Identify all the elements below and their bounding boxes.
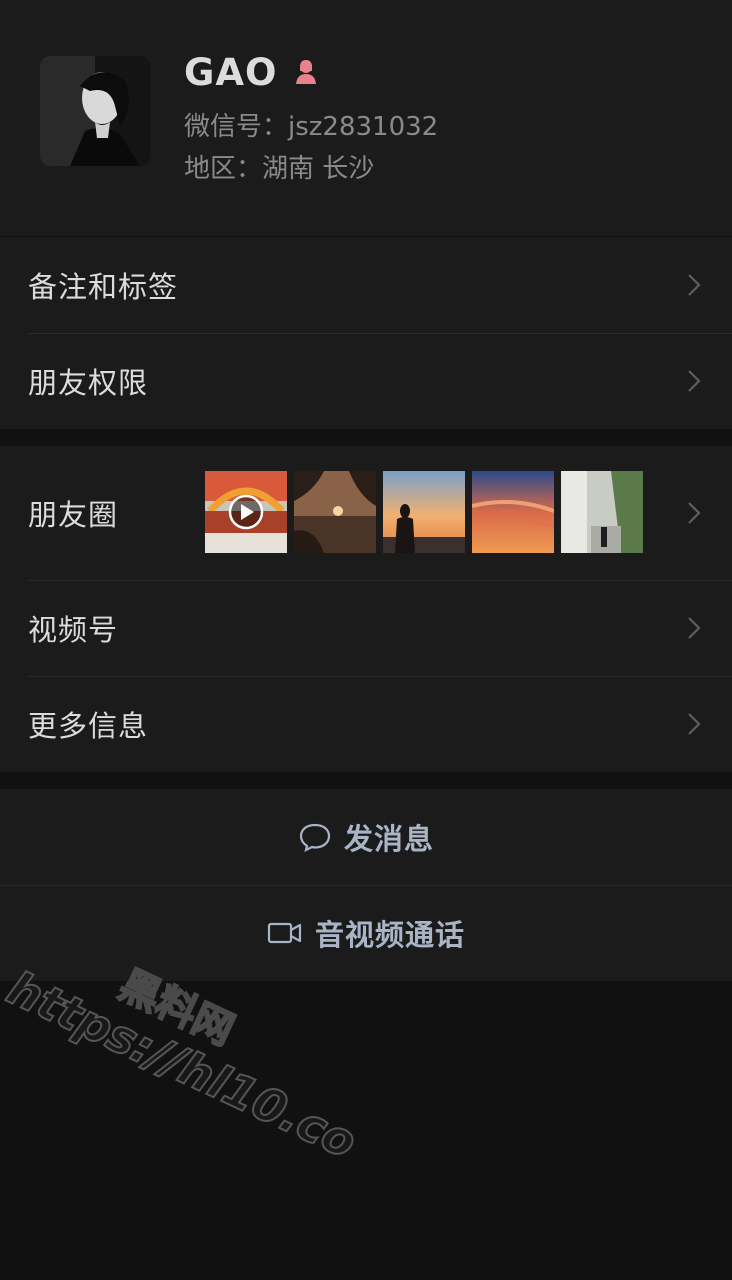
moments-label: 朋友圈: [28, 498, 119, 532]
video-call-label: 音视频通话: [314, 918, 465, 952]
more-info-label: 更多信息: [28, 709, 149, 743]
divider: [28, 580, 732, 581]
divider: [0, 885, 732, 886]
moments-thumbnail-video[interactable]: [205, 471, 287, 553]
send-message-button[interactable]: 发消息: [0, 789, 732, 885]
chevron-right-icon: [688, 617, 701, 639]
channels-label: 视频号: [28, 613, 119, 647]
contact-name: GAO: [184, 50, 278, 94]
divider: [28, 676, 732, 677]
chat-bubble-icon: [299, 823, 331, 852]
name-row: GAO: [184, 50, 321, 94]
contact-profile-page: GAO 微信号：jsz2831032 地区：湖南 长沙 备注和标签 朋友权限 朋…: [0, 0, 732, 1280]
channels-row[interactable]: 视频号: [0, 580, 732, 676]
settings-group: 备注和标签 朋友权限: [0, 237, 732, 429]
female-icon: [291, 57, 321, 87]
wechat-id: 微信号：jsz2831032: [184, 112, 439, 142]
more-info-row[interactable]: 更多信息: [0, 676, 732, 772]
video-camera-icon: [267, 922, 302, 944]
social-group: 朋友圈 视频号 更多信息: [0, 446, 732, 772]
privacy-label: 朋友权限: [28, 366, 149, 400]
chevron-right-icon: [688, 713, 701, 735]
divider: [28, 333, 732, 334]
moments-thumbnail-girl-sunset[interactable]: [383, 471, 465, 553]
chevron-right-icon: [688, 370, 701, 392]
watermark-url: https://hl10.co: [0, 959, 366, 1170]
actions-group: 发消息 音视频通话: [0, 789, 732, 981]
send-message-label: 发消息: [343, 822, 434, 856]
region: 地区：湖南 长沙: [184, 154, 375, 184]
friend-permissions-row[interactable]: 朋友权限: [0, 333, 732, 429]
chevron-right-icon: [688, 502, 701, 524]
chevron-right-icon: [688, 274, 701, 296]
moments-thumbnails: [205, 471, 643, 553]
moments-thumbnail-sunset-sky[interactable]: [472, 471, 554, 553]
video-call-button[interactable]: 音视频通话: [0, 885, 732, 981]
moments-thumbnail-sunset-trees[interactable]: [294, 471, 376, 553]
avatar[interactable]: [40, 56, 150, 166]
profile-header: GAO 微信号：jsz2831032 地区：湖南 长沙: [0, 0, 732, 236]
moments-thumbnail-street[interactable]: [561, 471, 643, 553]
remark-and-tags-row[interactable]: 备注和标签: [0, 237, 732, 333]
moments-row[interactable]: 朋友圈: [0, 446, 732, 580]
remark-label: 备注和标签: [28, 270, 179, 304]
